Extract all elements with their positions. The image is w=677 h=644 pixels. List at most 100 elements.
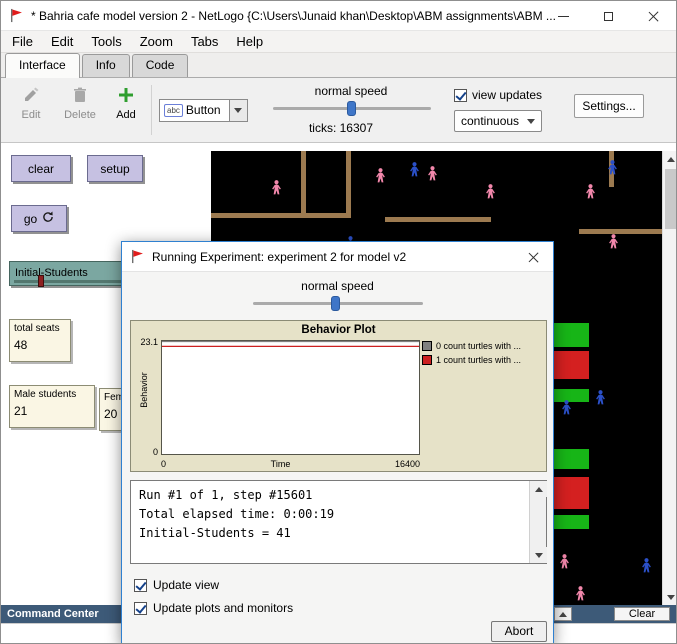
widget-dropdown-arrow[interactable] [229,100,247,121]
legend-entry: 1 count turtles with ... [422,355,542,365]
slider-label: Initial-Students [15,267,88,279]
menu-item-edit[interactable]: Edit [42,31,82,53]
total-seats-monitor: total seats 48 [9,319,71,362]
maximize-icon [604,12,613,21]
interface-toolbar: Edit Delete Add abc Button normal speed … [1,78,676,143]
add-button-label: Add [116,109,136,121]
close-icon [648,11,659,22]
forever-refresh-icon [42,211,54,226]
legend-entry: 0 count turtles with ... [422,341,542,351]
speed-slider-label: normal speed [261,84,441,98]
triangle-up-icon [535,487,543,492]
minimize-icon [558,16,569,17]
widget-type-dropdown[interactable]: abc Button [159,99,248,122]
edit-widget-button[interactable]: Edit [13,87,49,121]
delete-widget-button[interactable]: Delete [59,87,101,121]
legend-label: 0 count turtles with ... [436,341,521,351]
monitor-value: 21 [14,404,90,418]
y-axis-label: Behavior [139,360,149,420]
speed-slider-handle[interactable] [347,101,356,116]
wall-segment [579,229,662,234]
checkbox-box [134,602,147,615]
x-axis-label: Time [271,459,291,469]
close-button[interactable] [631,1,676,31]
behavior-plot-widget: Behavior Plot 23.1 0 Behavior 0 Time 164… [130,320,547,472]
plus-icon [118,87,134,106]
view-updates-label: view updates [472,88,542,102]
scrollbar-thumb[interactable] [665,169,677,229]
output-line: Initial-Students = 41 [139,524,538,543]
wall-segment [385,217,491,222]
plot-area [161,340,420,455]
person-turtle-blue [593,387,608,408]
netlogo-flag-icon [9,8,24,26]
wall-segment [211,213,351,218]
scroll-down-button[interactable] [530,547,547,563]
dialog-speed-label: normal speed [122,279,553,293]
dialog-speed-handle[interactable] [331,296,340,311]
view-updates-checkbox[interactable]: view updates [454,88,542,102]
checkbox-label: Update plots and monitors [153,601,293,615]
scroll-up-button[interactable] [530,481,547,497]
edit-button-label: Edit [22,109,41,121]
tab-info[interactable]: Info [82,54,130,77]
checkbox-update-view[interactable]: Update view [134,578,293,592]
chevron-down-icon [527,119,535,124]
vertical-scrollbar[interactable] [662,151,677,605]
checkbox-label: Update view [153,578,219,592]
window-title: * Bahria cafe model version 2 - NetLogo … [31,1,556,31]
go-button-label: go [24,212,37,226]
plot-title: Behavior Plot [131,324,546,336]
tab-interface[interactable]: Interface [5,53,80,78]
y-axis-max-tick: 23.1 [131,337,158,347]
y-axis-min-tick: 0 [131,447,158,457]
update-mode-dropdown[interactable]: continuous [454,110,542,132]
pencil-icon [23,87,39,106]
male-students-monitor: Male students 21 [9,385,95,428]
scroll-down-button[interactable] [663,589,677,605]
dialog-checkboxes: Update view Update plots and monitors [134,578,293,624]
button-widget-icon: abc [164,104,183,117]
setup-button[interactable]: setup [87,155,143,182]
command-center-clear-button[interactable]: Clear [614,607,670,621]
checkbox-update-plots-and-monitors[interactable]: Update plots and monitors [134,601,293,615]
clear-button[interactable]: clear [11,155,71,182]
menu-item-zoom[interactable]: Zoom [131,31,182,53]
x-axis-max-tick: 16400 [395,459,420,469]
command-center-expand-button[interactable] [554,607,572,621]
person-turtle-blue [639,555,654,576]
monitor-value: 48 [14,338,66,352]
monitor-label: Male students [14,389,90,400]
add-widget-button[interactable]: Add [109,87,143,121]
wall-segment [609,151,614,187]
title-bar: * Bahria cafe model version 2 - NetLogo … [1,1,676,31]
menu-item-help[interactable]: Help [227,31,272,53]
menu-item-file[interactable]: File [3,31,42,53]
command-center-title: Command Center [7,608,99,620]
chevron-up-icon [559,612,567,617]
output-scrollbar[interactable] [529,481,546,563]
menu-item-tabs[interactable]: Tabs [182,31,227,53]
maximize-button[interactable] [586,1,631,31]
person-turtle-pink [606,231,621,252]
plot-lines-svg [162,341,419,454]
close-icon [528,252,539,263]
chevron-down-icon [234,108,242,113]
plot-legend: 0 count turtles with ... 1 count turtles … [422,341,542,365]
experiment-output[interactable]: Run #1 of 1, step #15601Total elapsed ti… [130,480,547,564]
abort-button[interactable]: Abort [491,621,547,642]
person-turtle-pink [583,181,598,202]
widget-type-value: Button [186,100,229,121]
tab-code[interactable]: Code [132,54,189,77]
wall-segment [346,151,351,217]
triangle-down-icon [535,553,543,558]
go-button[interactable]: go [11,205,67,232]
minimize-button[interactable] [541,1,586,31]
slider-handle[interactable] [38,275,44,287]
output-line: Run #1 of 1, step #15601 [139,486,538,505]
menu-item-tools[interactable]: Tools [82,31,130,53]
dialog-close-button[interactable] [513,242,553,272]
settings-button[interactable]: Settings... [574,94,644,118]
delete-button-label: Delete [64,109,96,121]
scroll-up-button[interactable] [663,151,677,167]
